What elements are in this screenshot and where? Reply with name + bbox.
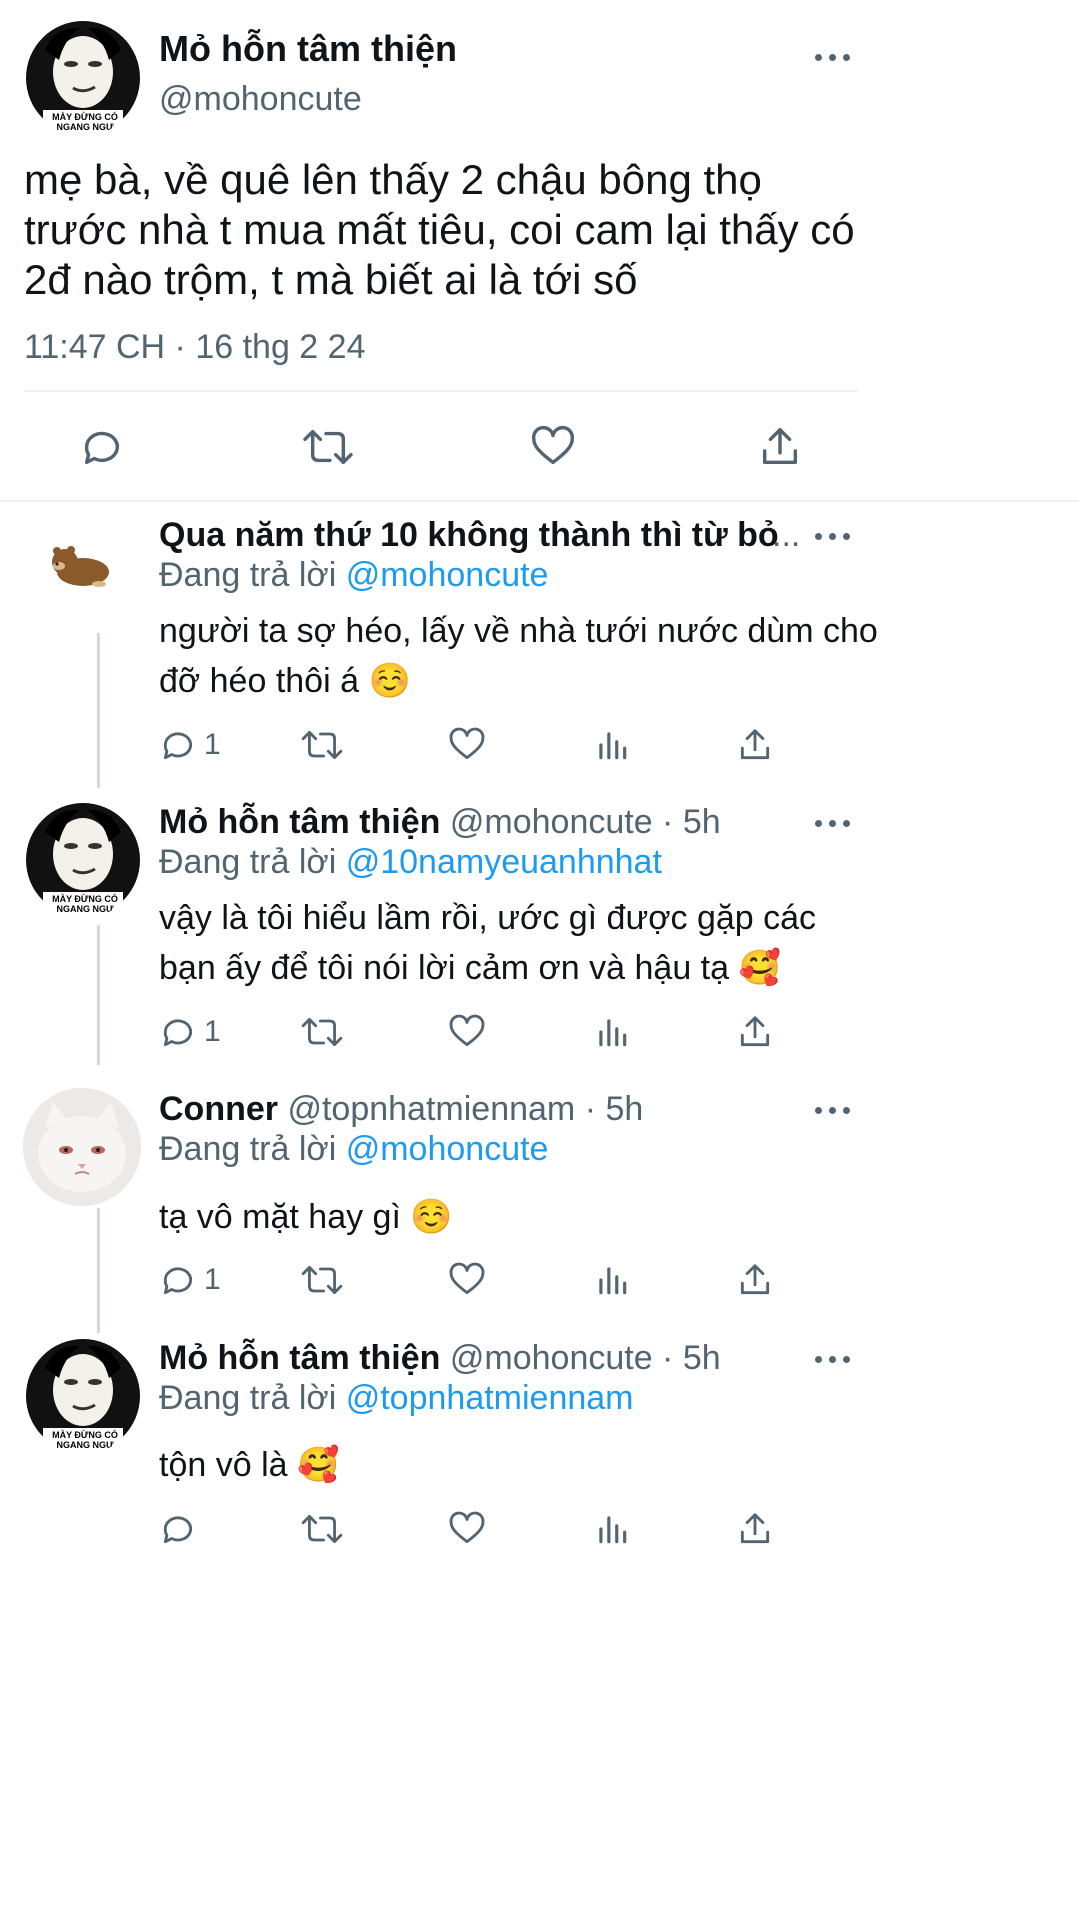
- timestamp[interactable]: 11:47 CH · 16 thg 2 24: [24, 328, 365, 367]
- share-icon[interactable]: [757, 424, 803, 470]
- cat-avatar: [23, 1088, 141, 1206]
- heart-icon[interactable]: [448, 1013, 486, 1051]
- replying-to: Đang trả lời @mohoncute: [159, 1130, 548, 1169]
- mention-link[interactable]: @topnhatmiennam: [346, 1379, 634, 1417]
- tweet-text-line: 2đ nào trộm, t mà biết ai là tới số: [24, 256, 638, 303]
- avatar-caption: MÀY ĐỪNG CÓ: [52, 112, 118, 122]
- author-meta[interactable]: @mohoncute · 5h: [450, 1339, 721, 1377]
- thread-line: [97, 925, 100, 1065]
- reply-count: 1: [204, 728, 221, 761]
- reply-header: Mỏ hỗn tâm thiện @mohoncute · 5h: [159, 803, 721, 842]
- avatar-caption: MÀY ĐỪNG CÓ: [52, 1430, 118, 1440]
- reply-text-line: đỡ héo thôi á ☺️: [159, 662, 411, 700]
- reply-icon[interactable]: [159, 1510, 197, 1548]
- replying-prefix: Đang trả lời: [159, 1379, 337, 1417]
- more-icon[interactable]: [815, 1104, 855, 1116]
- views-icon[interactable]: [593, 1013, 631, 1051]
- author-name[interactable]: Mỏ hỗn tâm thiện: [159, 1339, 440, 1377]
- mention-link[interactable]: @10namyeuanhnhat: [346, 843, 662, 881]
- mention-link[interactable]: @mohoncute: [346, 1130, 549, 1168]
- retweet-icon[interactable]: [300, 1013, 344, 1051]
- author-name[interactable]: Mỏ hỗn tâm thiện: [159, 803, 440, 841]
- retweet-icon[interactable]: [300, 1261, 344, 1299]
- reply-count: 1: [204, 1015, 221, 1048]
- reply-text: tộn vô là 🥰: [159, 1440, 339, 1490]
- author-meta[interactable]: @mohoncute · 5h: [450, 803, 721, 841]
- avatar-caption: NGANG NGƯ: [56, 1440, 114, 1450]
- replying-to: Đang trả lời @topnhatmiennam: [159, 1379, 634, 1418]
- more-icon[interactable]: [815, 817, 855, 829]
- share-icon[interactable]: [736, 1013, 774, 1051]
- section-divider: [0, 500, 1079, 502]
- share-icon[interactable]: [736, 1510, 774, 1548]
- author-meta[interactable]: @topnhatmiennam · 5h: [287, 1090, 643, 1128]
- reply-text-line: tộn vô là 🥰: [159, 1446, 340, 1484]
- avatar-caption: NGANG NGƯ: [56, 122, 114, 132]
- views-icon[interactable]: [593, 726, 631, 764]
- avatar[interactable]: MÀY ĐỪNG CÓ NGANG NGƯ: [25, 20, 141, 136]
- replying-prefix: Đang trả lời: [159, 843, 337, 881]
- reply-header: Mỏ hỗn tâm thiện @mohoncute · 5h: [159, 1339, 721, 1378]
- divider: [24, 390, 858, 392]
- replying-prefix: Đang trả lời: [159, 1130, 337, 1168]
- heart-icon[interactable]: [530, 424, 576, 470]
- reply-icon[interactable]: [159, 1013, 197, 1051]
- avatar[interactable]: MÀY ĐỪNG CÓ NGANG NGƯ: [25, 1338, 141, 1454]
- retweet-icon[interactable]: [301, 424, 355, 470]
- reply-text-line: tạ vô mặt hay gì ☺️: [159, 1198, 453, 1236]
- reply-text: người ta sợ héo, lấy về nhà tưới nước dù…: [159, 606, 878, 706]
- more-icon[interactable]: [815, 51, 855, 63]
- reply-text-line: bạn ấy để tôi nói lời cảm ơn và hậu tạ 🥰: [159, 949, 781, 987]
- reply-text: tạ vô mặt hay gì ☺️: [159, 1192, 453, 1242]
- reply-text-line: vậy là tôi hiểu lầm rồi, ước gì được gặp…: [159, 899, 817, 937]
- replying-to: Đang trả lời @10namyeuanhnhat: [159, 843, 662, 882]
- more-icon[interactable]: [815, 530, 855, 542]
- retweet-icon[interactable]: [300, 1510, 344, 1548]
- views-icon[interactable]: [593, 1510, 631, 1548]
- reply-icon[interactable]: [79, 424, 125, 470]
- avatar-caption: MÀY ĐỪNG CÓ: [52, 894, 118, 904]
- tweet-text: mẹ bà, về quê lên thấy 2 chậu bông thọ t…: [24, 155, 855, 305]
- avatar-caption: NGANG NGƯ: [56, 904, 114, 914]
- reply-count: 1: [204, 1263, 221, 1296]
- tweet-text-line: trước nhà t mua mất tiêu, coi cam lại th…: [24, 206, 855, 253]
- heart-icon[interactable]: [448, 1261, 486, 1299]
- thread-line: [97, 633, 100, 788]
- more-icon[interactable]: [815, 1353, 855, 1365]
- views-icon[interactable]: [593, 1261, 631, 1299]
- author-name[interactable]: Conner: [159, 1090, 278, 1128]
- bear-avatar: [52, 546, 109, 587]
- tweet-text-line: mẹ bà, về quê lên thấy 2 chậu bông thọ: [24, 156, 762, 203]
- heart-icon[interactable]: [448, 726, 486, 764]
- name-truncation: ...: [772, 516, 801, 554]
- reply-text: vậy là tôi hiểu lầm rồi, ước gì được gặp…: [159, 893, 816, 993]
- author-name[interactable]: Mỏ hỗn tâm thiện: [159, 28, 457, 70]
- reply-icon[interactable]: [159, 1261, 197, 1299]
- reply-text-line: người ta sợ héo, lấy về nhà tưới nước dù…: [159, 612, 878, 650]
- reply-icon[interactable]: [159, 726, 197, 764]
- share-icon[interactable]: [736, 1261, 774, 1299]
- mention-link[interactable]: @mohoncute: [346, 556, 549, 594]
- retweet-icon[interactable]: [300, 726, 344, 764]
- replying-prefix: Đang trả lời: [159, 556, 337, 594]
- share-icon[interactable]: [736, 726, 774, 764]
- author-handle[interactable]: @mohoncute: [159, 80, 362, 119]
- avatar[interactable]: [23, 1088, 141, 1206]
- author-name[interactable]: Qua năm thứ 10 không thành thì từ bỏ: [159, 516, 779, 555]
- heart-icon[interactable]: [448, 1510, 486, 1548]
- replying-to: Đang trả lời @mohoncute: [159, 556, 548, 595]
- thread-line: [97, 1208, 100, 1333]
- avatar[interactable]: MÀY ĐỪNG CÓ NGANG NGƯ: [25, 802, 141, 918]
- reply-header: Conner @topnhatmiennam · 5h: [159, 1090, 643, 1129]
- avatar[interactable]: [45, 540, 115, 590]
